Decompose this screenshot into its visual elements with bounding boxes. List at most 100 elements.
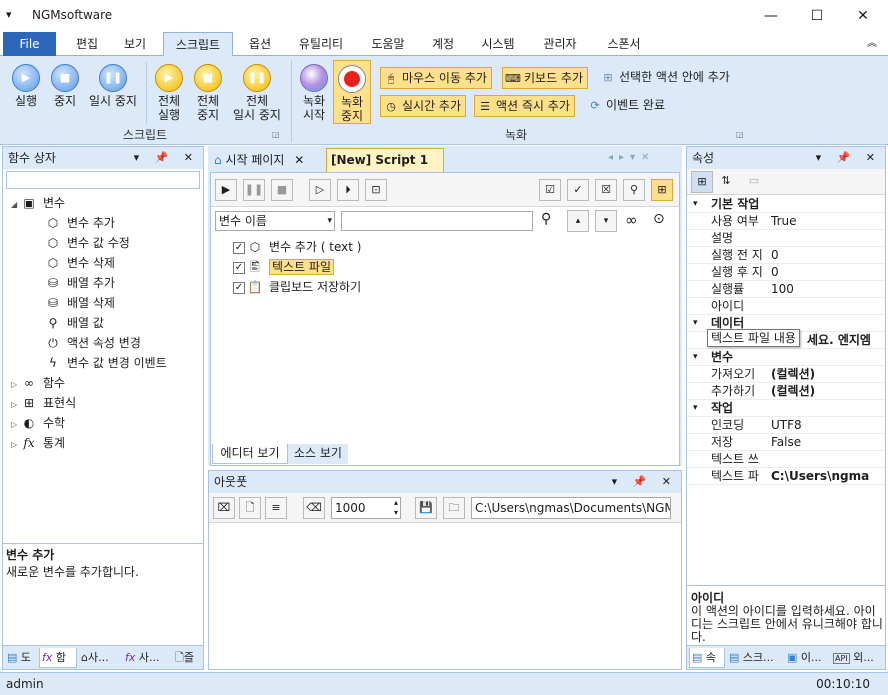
property-row[interactable]: 사용 여부 True bbox=[687, 213, 885, 230]
tree-item-array-delete[interactable]: ⛁ 배열 삭제 bbox=[11, 293, 201, 313]
property-value[interactable]: UTF8 bbox=[771, 417, 802, 434]
tab-edit[interactable]: 편집 bbox=[64, 32, 110, 56]
run-button[interactable]: ▶ 실행 bbox=[6, 64, 46, 108]
checkbox-checked[interactable]: ✓ bbox=[233, 281, 245, 294]
selected-action-add-button[interactable]: ⊞ 선택한 액션 안에 추가 bbox=[598, 67, 734, 89]
stop-icon[interactable]: ■ bbox=[271, 179, 293, 201]
tab-source-view[interactable]: 소스 보기 bbox=[288, 444, 348, 464]
tree-node-expressions[interactable]: ▷ ⊞ 표현식 bbox=[11, 393, 201, 413]
property-value[interactable]: 0 bbox=[771, 247, 779, 264]
property-row[interactable]: 인코딩 UTF8 bbox=[687, 417, 885, 434]
file-tab[interactable]: File bbox=[3, 32, 56, 56]
sort-az-icon[interactable]: ⇅ bbox=[715, 171, 737, 193]
run-all-button[interactable]: ▶ 전체 실행 bbox=[150, 64, 188, 122]
property-row[interactable]: 실행률 100 bbox=[687, 281, 885, 298]
collapse-icon[interactable]: ▾ bbox=[693, 315, 698, 332]
tab-properties[interactable]: ▤ 속 bbox=[689, 648, 725, 668]
categorized-icon[interactable]: ⊞ bbox=[691, 171, 713, 193]
collapse-icon[interactable]: ▾ bbox=[693, 400, 698, 417]
tree-item-array-value[interactable]: ⚲ 배열 값 bbox=[11, 313, 201, 333]
property-row[interactable]: 저장 False bbox=[687, 434, 885, 451]
collapse-ribbon-icon[interactable]: ︽ bbox=[860, 32, 884, 56]
tab-help[interactable]: 도움말 bbox=[362, 32, 414, 56]
property-value[interactable]: (컬렉션) bbox=[771, 366, 815, 383]
tab-user-functions[interactable]: fx 사... bbox=[123, 648, 171, 668]
tab-sponsor[interactable]: 스폰서 bbox=[598, 32, 650, 56]
tab-toolbox[interactable]: ▤ 도 bbox=[5, 648, 37, 668]
tree-node-functions[interactable]: ▷ ∞ 함수 bbox=[11, 373, 201, 393]
event-complete-button[interactable]: ⟳ 이벤트 완료 bbox=[585, 95, 669, 117]
tab-admin[interactable]: 관리자 bbox=[534, 32, 586, 56]
realtime-add-button[interactable]: ◷ 실시간 추가 bbox=[380, 95, 467, 117]
property-value[interactable]: True bbox=[771, 213, 797, 230]
tab-system[interactable]: 시스템 bbox=[472, 32, 524, 56]
tab-image[interactable]: ▣ 이... bbox=[785, 648, 829, 668]
tab-script[interactable]: [New] Script 1 ✕ bbox=[326, 148, 444, 189]
panel-controls[interactable]: ▾ 📌 ✕ bbox=[134, 147, 199, 169]
filter-input[interactable] bbox=[341, 211, 533, 231]
move-up-icon[interactable]: ▴ bbox=[567, 210, 589, 232]
checkbox-checked[interactable]: ✓ bbox=[233, 241, 245, 254]
property-row[interactable]: 텍스트 파 C:\Users\ngma bbox=[687, 468, 885, 485]
search-icon[interactable]: ⚲ bbox=[623, 179, 645, 201]
close-tab-icon[interactable]: ✕ bbox=[294, 153, 304, 167]
category-basic[interactable]: ▾ 기본 작업 bbox=[687, 196, 885, 213]
tree-node-math[interactable]: ▷ ◐ 수학 bbox=[11, 413, 201, 433]
tab-start-page[interactable]: ⌂ 시작 페이지 ✕ bbox=[210, 150, 326, 170]
tree-item-array-add[interactable]: ⛁ 배열 추가 bbox=[11, 273, 201, 293]
list-item[interactable]: ✓ 📋 클립보드 저장하기 bbox=[233, 277, 633, 297]
tab-view[interactable]: 보기 bbox=[112, 32, 158, 56]
list-item[interactable]: ✓ 🖺 텍스트 파일 bbox=[233, 257, 633, 277]
property-row[interactable]: 설명 bbox=[687, 230, 885, 247]
run-selected-icon[interactable]: ⏵ bbox=[337, 179, 359, 201]
dialog-launcher-icon[interactable]: ◲ bbox=[272, 130, 280, 139]
tree-node-stats[interactable]: ▷ fx 통계 bbox=[11, 433, 201, 453]
category-work[interactable]: ▾ 작업 bbox=[687, 400, 885, 417]
system-menu-icon[interactable]: ▾ bbox=[6, 8, 12, 21]
keyboard-add-button[interactable]: ⌨ 키보드 추가 bbox=[502, 67, 589, 89]
tree-view-icon[interactable]: ⊞ bbox=[651, 179, 673, 201]
panel-controls[interactable]: ▾ 📌 ✕ bbox=[612, 471, 677, 493]
folder-icon[interactable]: 🗀 bbox=[443, 497, 465, 519]
property-row[interactable]: 추가하기 (컬렉션) bbox=[687, 383, 885, 400]
expand-closed-icon[interactable]: ▷ bbox=[11, 415, 21, 435]
check-icon[interactable]: ✓ bbox=[567, 179, 589, 201]
tab-user[interactable]: ⌂사... bbox=[79, 648, 121, 668]
property-row[interactable]: 실행 전 지 0 bbox=[687, 247, 885, 264]
property-pages-icon[interactable]: ▭ bbox=[743, 171, 765, 193]
tab-utility[interactable]: 유틸리티 bbox=[290, 32, 352, 56]
more-icon[interactable]: ⊙ bbox=[653, 211, 665, 227]
pause-button[interactable]: ❚❚ 일시 중지 bbox=[84, 64, 142, 108]
infinity-icon[interactable]: ∞ bbox=[625, 211, 638, 229]
tree-node-variables[interactable]: ◢ ▣ 변수 bbox=[11, 193, 201, 213]
search-icon[interactable]: ⚲ bbox=[541, 211, 551, 227]
tree-item-var-delete[interactable]: ⬡ 변수 삭제 bbox=[11, 253, 201, 273]
tree-item-action-prop-change[interactable]: ⏻ 액션 속성 변경 bbox=[11, 333, 201, 353]
tab-script[interactable]: 스크립트 bbox=[163, 32, 233, 57]
tab-functions[interactable]: fx 함 bbox=[39, 648, 77, 668]
tab-scroll-controls[interactable]: ◂▸▾✕ bbox=[608, 152, 655, 163]
panel-controls[interactable]: ▾ 📌 ✕ bbox=[816, 147, 881, 169]
tab-options[interactable]: 옵션 bbox=[238, 32, 282, 56]
expand-closed-icon[interactable]: ▷ bbox=[11, 435, 21, 455]
property-row[interactable]: 가져오기 (컬렉션) bbox=[687, 366, 885, 383]
tab-editor-view[interactable]: 에디터 보기 bbox=[212, 444, 288, 464]
tab-script-list[interactable]: ▤ 스크... bbox=[727, 648, 783, 668]
function-search-input[interactable] bbox=[6, 171, 200, 189]
run-from-icon[interactable]: ⊡ bbox=[365, 179, 387, 201]
save-icon[interactable]: 💾 bbox=[415, 497, 437, 519]
property-value[interactable]: 세요. 엔지엠 bbox=[807, 332, 871, 349]
pause-icon[interactable]: ❚❚ bbox=[243, 179, 265, 201]
tree-item-var-add[interactable]: ⬡ 변수 추가 bbox=[11, 213, 201, 233]
dialog-launcher-icon[interactable]: ◲ bbox=[736, 130, 744, 139]
property-value[interactable]: 0 bbox=[771, 264, 779, 281]
uncheck-icon[interactable]: ☒ bbox=[595, 179, 617, 201]
list-icon[interactable]: ≡ bbox=[265, 497, 287, 519]
expand-open-icon[interactable]: ◢ bbox=[11, 195, 21, 215]
tab-external[interactable]: API 외... bbox=[831, 648, 883, 668]
check-all-icon[interactable]: ☑ bbox=[539, 179, 561, 201]
collapse-icon[interactable]: ▾ bbox=[693, 349, 698, 366]
line-count-stepper[interactable]: 1000 ▴ ▾ bbox=[331, 497, 401, 519]
close-button[interactable]: ✕ bbox=[840, 0, 886, 32]
tab-account[interactable]: 계정 bbox=[424, 32, 462, 56]
